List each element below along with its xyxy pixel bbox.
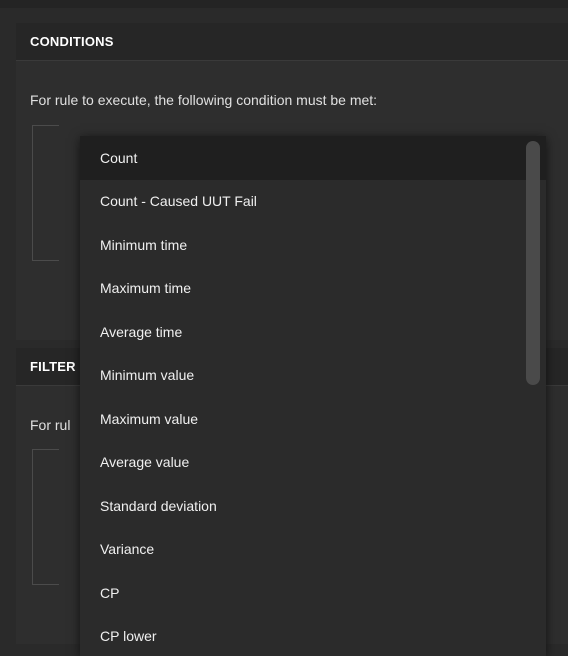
dropdown-scrollbar[interactable] — [526, 141, 540, 385]
filter-description: For rul — [30, 417, 70, 433]
conditions-group-bracket — [32, 125, 59, 261]
dropdown-option-count[interactable]: Count — [80, 136, 546, 180]
condition-type-dropdown[interactable]: Count Count - Caused UUT Fail Minimum ti… — [80, 136, 546, 656]
dropdown-option-cp-lower[interactable]: CP lower — [80, 615, 546, 656]
filter-group-bracket — [32, 449, 59, 585]
top-strip — [0, 0, 568, 8]
conditions-title: CONDITIONS — [16, 34, 114, 49]
filter-title: FILTER — [16, 359, 76, 374]
conditions-description: For rule to execute, the following condi… — [30, 92, 377, 108]
dropdown-option-average-time[interactable]: Average time — [80, 310, 546, 354]
dropdown-option-average-value[interactable]: Average value — [80, 441, 546, 485]
dropdown-option-minimum-value[interactable]: Minimum value — [80, 354, 546, 398]
dropdown-option-standard-deviation[interactable]: Standard deviation — [80, 484, 546, 528]
dropdown-option-maximum-time[interactable]: Maximum time — [80, 267, 546, 311]
dropdown-option-minimum-time[interactable]: Minimum time — [80, 223, 546, 267]
dropdown-option-count-caused-uut-fail[interactable]: Count - Caused UUT Fail — [80, 180, 546, 224]
dropdown-option-maximum-value[interactable]: Maximum value — [80, 397, 546, 441]
conditions-header: CONDITIONS — [16, 23, 568, 61]
dropdown-option-variance[interactable]: Variance — [80, 528, 546, 572]
dropdown-option-cp[interactable]: CP — [80, 571, 546, 615]
